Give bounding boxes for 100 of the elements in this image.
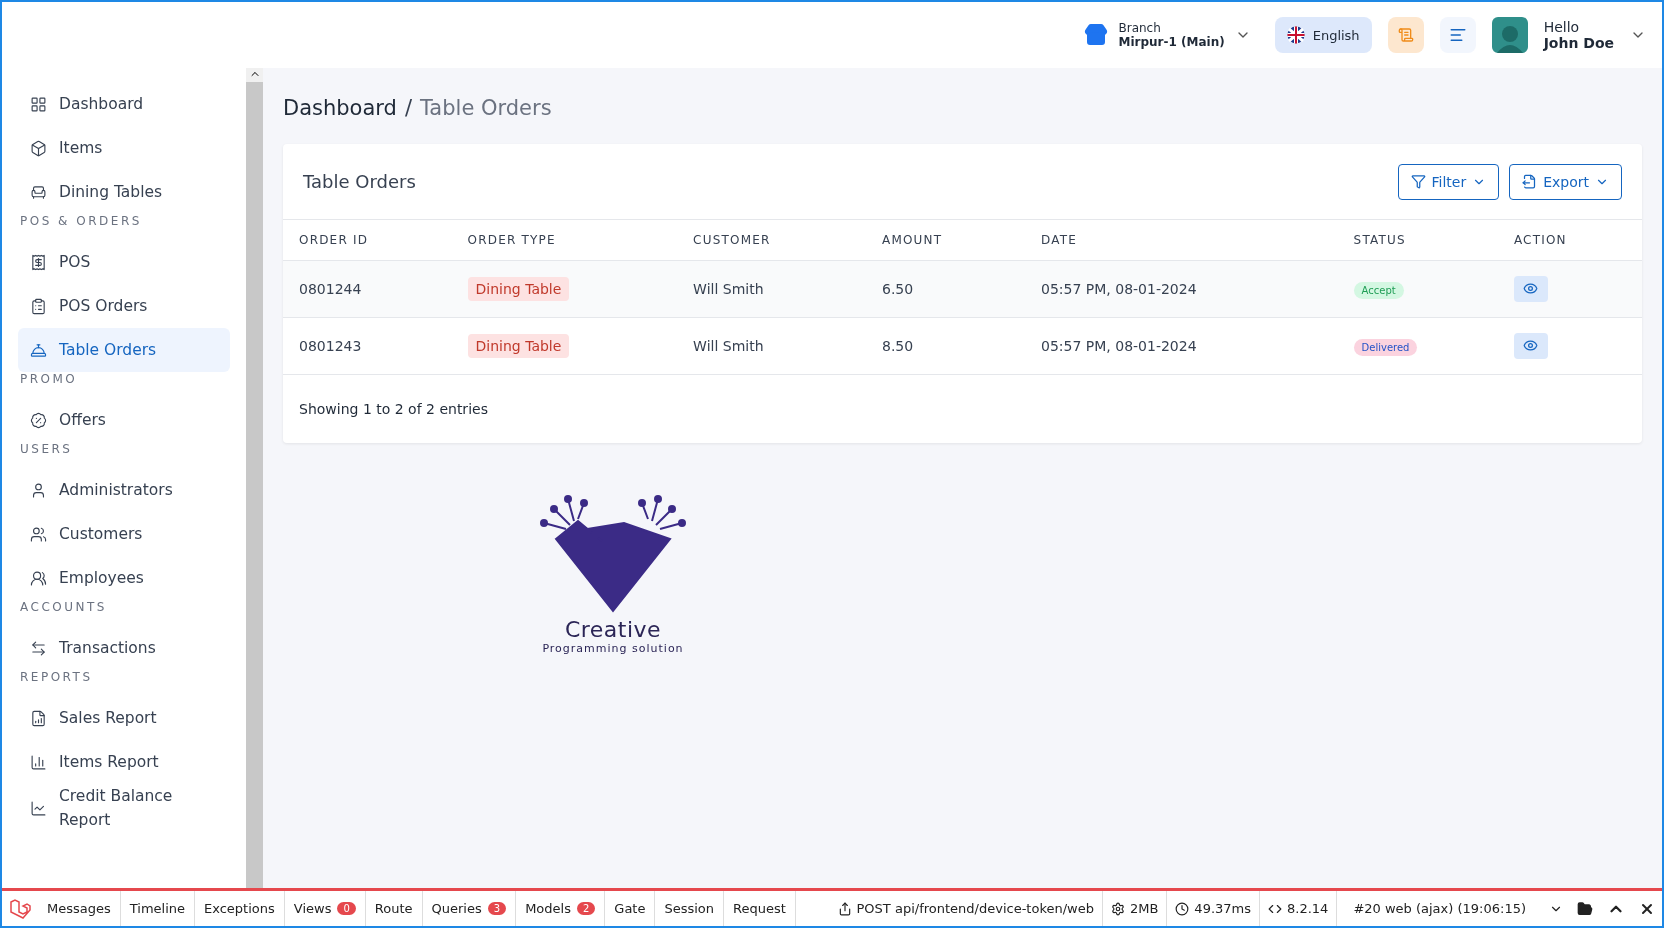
users-icon — [30, 569, 47, 587]
debugbar-tab[interactable]: Queries 3 — [422, 891, 517, 926]
status-badge: Accept — [1353, 281, 1404, 299]
percent-badge-icon — [30, 411, 47, 429]
eye-icon — [1523, 338, 1539, 353]
eye-icon — [1523, 281, 1539, 296]
branch-label: Branch — [1118, 21, 1162, 35]
debugbar-tab[interactable]: Messages — [38, 891, 121, 926]
table-cell: 8.50 — [866, 317, 1025, 374]
section-label: PROMO — [19, 371, 79, 388]
order-type-tag: Dining Table — [467, 276, 570, 301]
sidebar-item[interactable]: Dining Tables — [18, 170, 230, 214]
breadcrumb-separator: / — [404, 96, 412, 120]
view-button[interactable] — [1513, 332, 1548, 359]
clipboard-icon — [30, 297, 47, 315]
flag-icon — [1286, 26, 1305, 44]
receipt-icon — [30, 253, 47, 271]
bar-chart-icon — [30, 753, 47, 771]
column-header: CUSTOMER — [677, 220, 866, 260]
table-cell: Will Smith — [677, 317, 866, 374]
table-cell: 0801243 — [283, 317, 452, 374]
column-header: ACTION — [1497, 220, 1642, 260]
debugbar-logo-icon — [9, 897, 31, 920]
dataset-select[interactable]: #20 web (ajax) (19:06:15) — [1353, 901, 1526, 916]
column-header: DATE — [1025, 220, 1338, 260]
section-label: REPORTS — [19, 669, 94, 686]
section-label: USERS — [19, 441, 74, 458]
count-badge: 0 — [337, 902, 356, 915]
menu-icon — [1448, 26, 1467, 44]
debugbar-tab[interactable]: Request — [724, 891, 796, 926]
bell-icon — [30, 341, 47, 359]
table-cell: 0801244 — [283, 260, 452, 317]
menu-button[interactable] — [1439, 17, 1476, 53]
status-badge: Delivered — [1353, 338, 1418, 356]
breadcrumb-current: Table Orders — [420, 96, 552, 120]
line-chart-icon — [30, 799, 47, 817]
order-type-tag: Dining Table — [467, 333, 570, 358]
sidebar-item[interactable]: Sales Report — [18, 696, 230, 740]
sidebar-item[interactable]: Table Orders — [18, 328, 230, 372]
clock-icon — [1175, 901, 1190, 916]
table-cell: Will Smith — [677, 260, 866, 317]
dashboard-icon — [30, 95, 47, 113]
breadcrumb-link[interactable]: Dashboard — [283, 96, 397, 120]
logo-title: Creative — [564, 616, 662, 642]
language-button[interactable]: English — [1274, 17, 1372, 53]
view-button[interactable] — [1513, 275, 1548, 302]
php-version: 8.2.14 — [1287, 901, 1329, 916]
export-button[interactable]: Export — [1509, 163, 1622, 200]
entries-info: Showing 1 to 2 of 2 entries — [299, 400, 488, 417]
store-icon — [1084, 23, 1109, 47]
section-label: ACCOUNTS — [19, 599, 108, 616]
section-label: POS & ORDERS — [19, 213, 143, 230]
box-icon — [30, 139, 47, 157]
report-icon — [30, 709, 47, 727]
debugbar-tab[interactable]: Views 0 — [284, 891, 366, 926]
gears-icon — [1110, 901, 1125, 916]
transfer-icon — [30, 639, 47, 657]
table-cell: 6.50 — [866, 260, 1025, 317]
filter-button[interactable]: Filter — [1397, 163, 1500, 200]
column-header: ORDER TYPE — [451, 220, 678, 260]
table-cell: 05:57 PM, 08-01-2024 — [1025, 260, 1338, 317]
sidebar-item[interactable]: Items Report — [18, 740, 230, 784]
memory-info: 2MB — [1129, 901, 1159, 916]
count-badge: 3 — [487, 902, 507, 915]
scrollbar[interactable] — [246, 68, 263, 888]
debugbar-tab[interactable]: Session — [655, 891, 725, 926]
debugbar-tab[interactable]: Route — [365, 891, 423, 926]
column-header: AMOUNT — [866, 220, 1025, 260]
card-title: Table Orders — [303, 171, 416, 192]
sidebar-item[interactable]: POS Orders — [18, 284, 230, 328]
user-name[interactable]: John Doe — [1543, 35, 1614, 51]
column-header: ORDER ID — [283, 220, 452, 260]
request-info: POST api/frontend/device-token/web — [856, 901, 1094, 916]
branch-name[interactable]: Mirpur-1 (Main) — [1118, 35, 1225, 49]
debugbar-tab[interactable]: Exceptions — [195, 891, 285, 926]
debugbar-tab[interactable]: Timeline — [120, 891, 196, 926]
sidebar-item[interactable]: Offers — [18, 398, 230, 442]
sidebar-item[interactable]: Employees — [18, 556, 230, 600]
greeting: Hello — [1543, 19, 1581, 35]
sidebar-item[interactable]: Administrators — [18, 468, 230, 512]
folder-icon[interactable] — [1577, 900, 1593, 917]
logo-subtitle: Programming solution — [542, 641, 684, 655]
filter-icon — [1410, 174, 1426, 189]
sidebar-item[interactable]: Transactions — [18, 626, 230, 670]
table-icon — [30, 183, 47, 201]
sidebar-item[interactable]: Items — [18, 126, 230, 170]
receipt-icon — [1397, 27, 1414, 43]
debugbar-tab[interactable]: Models 2 — [516, 891, 606, 926]
sidebar-item[interactable]: Dashboard — [18, 82, 230, 126]
column-header: STATUS — [1337, 220, 1498, 260]
avatar[interactable] — [1491, 17, 1528, 53]
sidebar-item[interactable]: POS — [18, 240, 230, 284]
sidebar-item[interactable]: Customers — [18, 512, 230, 556]
time-info: 49.37ms — [1194, 901, 1251, 916]
table-cell: 05:57 PM, 08-01-2024 — [1025, 317, 1338, 374]
debugbar-tab[interactable]: Gate — [605, 891, 656, 926]
sidebar-item[interactable]: Credit Balance Report — [18, 784, 230, 832]
users-icon — [30, 525, 47, 543]
count-badge: 2 — [576, 902, 596, 915]
file-export-icon — [1522, 174, 1538, 189]
